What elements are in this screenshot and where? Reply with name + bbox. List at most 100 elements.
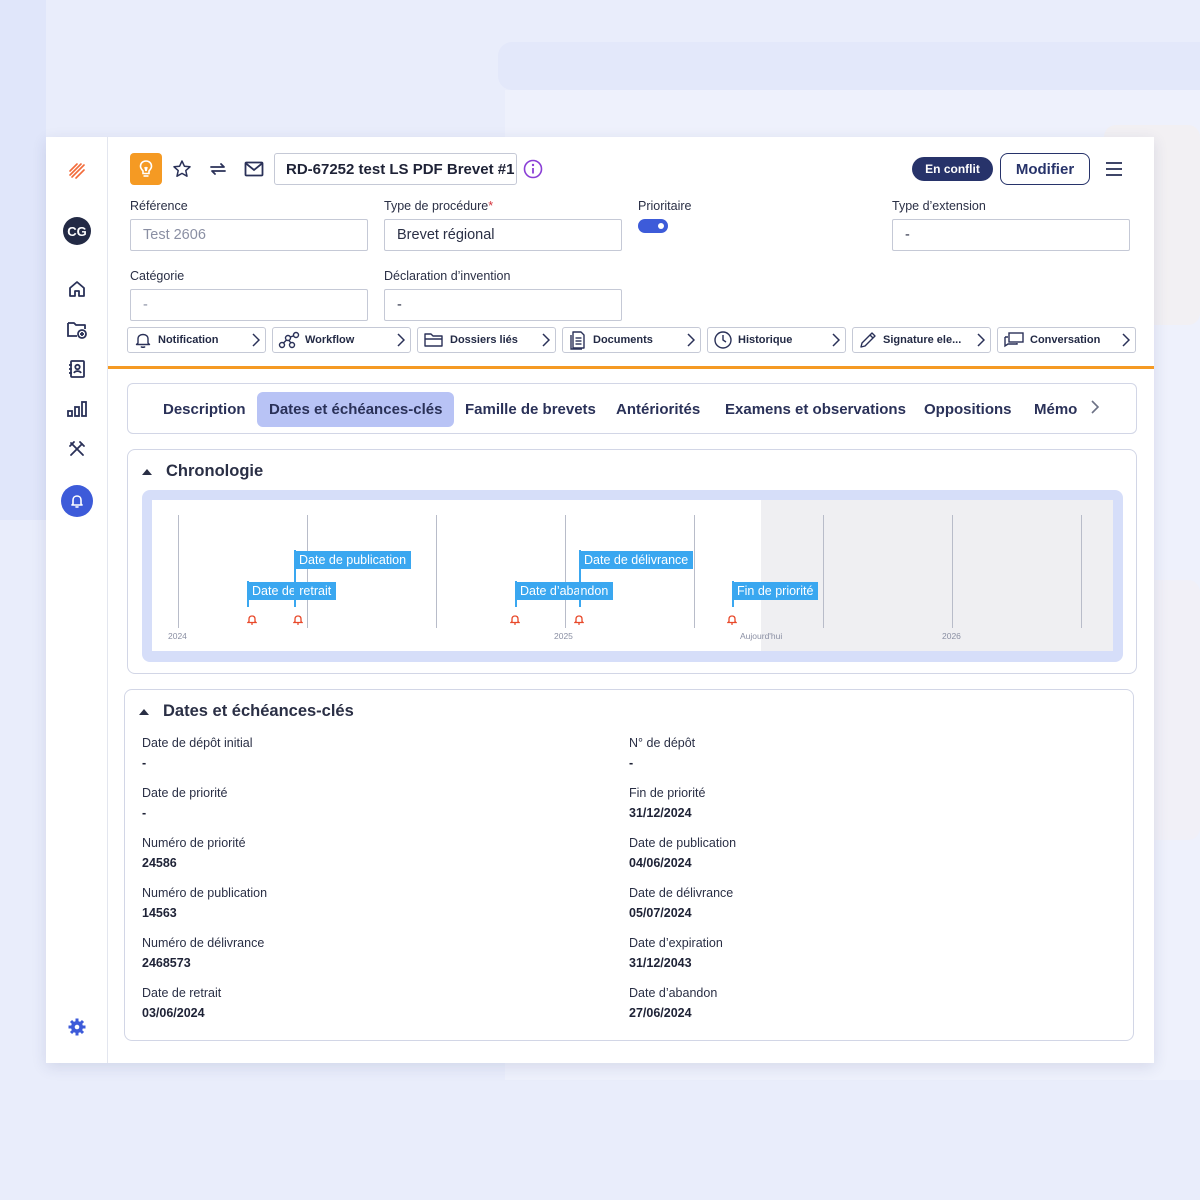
field-label: Date de retrait (142, 986, 222, 1000)
workflow-label: Workflow (305, 334, 355, 346)
pen-icon (860, 332, 876, 348)
tab-oppositions[interactable]: Oppositions (912, 392, 1024, 427)
folder-outline-icon (424, 333, 443, 347)
background-band-left (0, 0, 46, 520)
timeline-gridline (952, 515, 953, 628)
clock-icon (714, 331, 732, 349)
chronology-card: Chronologie 2024 2025 Aujourd'hui 2026 D… (127, 449, 1137, 674)
tab-memo[interactable]: Mémo (1022, 392, 1089, 427)
field-label: Date de priorité (142, 786, 228, 800)
timeline-gridline (436, 515, 437, 628)
avatar-initials: CG (63, 217, 91, 245)
chevron-right-icon (682, 333, 700, 347)
chevron-right-icon (827, 333, 845, 347)
invention-type-icon (130, 153, 162, 185)
sync-icon[interactable] (206, 153, 230, 185)
e-signature-button[interactable]: Signature ele... (852, 327, 991, 353)
category-select[interactable]: - (130, 289, 368, 321)
event-label-abandonment[interactable]: Date d’abandon (515, 582, 614, 600)
event-label-priority-end[interactable]: Fin de priorité (732, 582, 819, 600)
field-value: 2468573 (142, 956, 191, 970)
field-value: 05/07/2024 (629, 906, 692, 920)
extension-type-select[interactable]: - (892, 219, 1130, 251)
bar-chart-icon[interactable] (46, 398, 108, 420)
reference-label: Référence (130, 199, 188, 213)
chevron-right-icon (972, 333, 990, 347)
procedure-type-select[interactable]: Brevet régional (384, 219, 622, 251)
sidebar: CG (46, 137, 108, 1063)
event-label-withdrawal[interactable]: Date de retrait (247, 582, 337, 600)
timeline-gridline (694, 515, 695, 628)
invention-declaration-select[interactable]: - (384, 289, 622, 321)
documents-label: Documents (593, 334, 653, 346)
mail-icon[interactable] (242, 153, 266, 185)
event-label-publication[interactable]: Date de publication (294, 551, 412, 569)
document-icon (570, 331, 585, 350)
settings-icon[interactable] (46, 1016, 108, 1038)
reference-input[interactable]: Test 2606 (130, 219, 368, 251)
field-value: 14563 (142, 906, 177, 920)
chronology-header[interactable]: Chronologie (142, 462, 263, 481)
required-mark: * (488, 199, 494, 213)
event-bell-icon[interactable] (574, 614, 584, 625)
chevron-right-icon (1117, 333, 1135, 347)
key-dates-header[interactable]: Dates et échéances-clés (139, 702, 354, 721)
chevron-right-icon (247, 333, 265, 347)
notification-button[interactable]: Notification (127, 327, 266, 353)
future-zone (761, 500, 1113, 651)
documents-button[interactable]: Documents (562, 327, 701, 353)
tab-dates[interactable]: Dates et échéances-clés (257, 392, 455, 427)
field-value: - (142, 806, 147, 820)
tab-patent-family[interactable]: Famille de brevets (453, 392, 608, 427)
logo-icon[interactable] (46, 159, 108, 183)
app-window: CG RD-67252 test LS PDF Brevet #1 En con… (46, 137, 1154, 1063)
chat-icon (1004, 332, 1024, 348)
tabs-scroll-right-icon[interactable] (1090, 399, 1100, 420)
info-icon[interactable] (522, 153, 544, 185)
avatar[interactable]: CG (46, 217, 108, 245)
event-label-grant[interactable]: Date de délivrance (579, 551, 694, 569)
field-label: Numéro de priorité (142, 836, 246, 850)
field-label: N° de dépôt (629, 736, 696, 750)
history-button[interactable]: Historique (707, 327, 846, 353)
bell-icon (61, 485, 93, 517)
record-title[interactable]: RD-67252 test LS PDF Brevet #1 (274, 153, 517, 185)
collapse-icon (139, 709, 149, 715)
tick-label-2025: 2025 (554, 631, 573, 641)
notifications-button[interactable] (46, 485, 108, 517)
timeline-gridline (1081, 515, 1082, 628)
field-label: Date d’expiration (629, 936, 723, 950)
conversation-button[interactable]: Conversation (997, 327, 1136, 353)
event-bell-icon[interactable] (293, 614, 303, 625)
tools-icon[interactable] (46, 438, 108, 460)
home-icon[interactable] (46, 278, 108, 300)
event-bell-icon[interactable] (510, 614, 520, 625)
folder-add-icon[interactable] (46, 318, 108, 340)
tab-description[interactable]: Description (151, 392, 258, 427)
bell-outline-icon (135, 333, 151, 348)
priority-label: Prioritaire (638, 199, 692, 213)
record-header: RD-67252 test LS PDF Brevet #1 En confli… (108, 137, 1154, 369)
workflow-button[interactable]: Workflow (272, 327, 411, 353)
timeline-gridline (307, 515, 308, 628)
tab-prior-art[interactable]: Antériorités (604, 392, 712, 427)
tab-examinations[interactable]: Examens et observations (713, 392, 918, 427)
contacts-icon[interactable] (46, 358, 108, 380)
star-icon[interactable] (170, 153, 194, 185)
field-value: 31/12/2043 (629, 956, 692, 970)
event-bell-icon[interactable] (727, 614, 737, 625)
linked-files-label: Dossiers liés (450, 334, 518, 346)
modify-button[interactable]: Modifier (1000, 153, 1090, 185)
procedure-type-label-text: Type de procédure (384, 199, 489, 213)
linked-files-button[interactable]: Dossiers liés (417, 327, 556, 353)
main-content: RD-67252 test LS PDF Brevet #1 En confli… (108, 137, 1154, 1063)
event-bell-icon[interactable] (247, 614, 257, 625)
timeline-gridline (565, 515, 566, 628)
field-value: - (629, 756, 634, 770)
tick-label-2024: 2024 (168, 631, 187, 641)
e-signature-label: Signature ele... (883, 334, 962, 346)
field-label: Fin de priorité (629, 786, 706, 800)
menu-icon[interactable] (1102, 153, 1126, 185)
key-dates-card: Dates et échéances-clés Date de dépôt in… (124, 689, 1134, 1041)
priority-toggle[interactable] (638, 219, 668, 233)
